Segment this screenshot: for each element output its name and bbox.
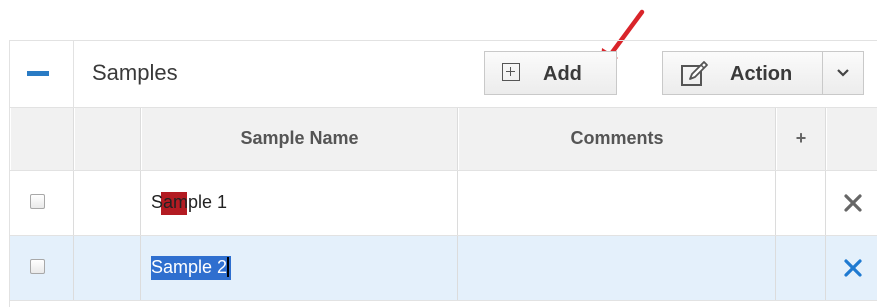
action-button-label: Action [730, 63, 793, 85]
row-checkbox[interactable] [30, 194, 45, 209]
collapse-button[interactable] [10, 41, 74, 107]
table-row: Sample 2 [10, 236, 877, 301]
row-color-cell [74, 171, 187, 235]
action-dropdown-button[interactable] [822, 51, 864, 95]
action-button[interactable]: Action [662, 51, 822, 95]
add-button-label: Add [543, 63, 582, 85]
row-select-cell [10, 171, 74, 235]
add-column-label: + [795, 128, 807, 148]
panel-header: Samples Add Action [10, 41, 877, 107]
sample-name-input-selection[interactable]: Sample 2 [151, 256, 232, 280]
text-cursor [227, 257, 230, 277]
panel-title: Samples [92, 60, 178, 85]
table-row: Sample 1 [10, 171, 877, 236]
sample-name-text: Sample 2 [151, 257, 228, 277]
add-column-button[interactable]: + [776, 108, 826, 170]
comments-header-label: Comments [570, 128, 664, 148]
add-button[interactable]: Add [484, 51, 617, 95]
comments-cell[interactable] [458, 236, 776, 300]
sample-name-cell[interactable]: Sample 2 [141, 236, 458, 300]
actions-column-header [826, 108, 877, 170]
color-column-header [74, 108, 141, 170]
extra-cell [776, 236, 826, 300]
plus-square-icon [502, 63, 520, 81]
sample-name-header-label: Sample Name [240, 128, 359, 148]
minus-icon [27, 71, 49, 76]
samples-panel: Samples Add Action Sample Name Comments [9, 40, 877, 307]
row-select-cell [10, 236, 74, 300]
sample-name-text: Sample 1 [151, 192, 228, 212]
column-header-row: Sample Name Comments + [10, 107, 877, 171]
sample-name-cell[interactable]: Sample 1 [141, 171, 458, 235]
comments-cell[interactable] [458, 171, 776, 235]
column-header-comments[interactable]: Comments [458, 108, 776, 170]
chevron-down-icon [837, 69, 849, 77]
row-color-cell [74, 236, 187, 300]
delete-row-icon[interactable] [843, 193, 863, 213]
row-checkbox[interactable] [30, 259, 45, 274]
edit-icon [681, 61, 708, 86]
delete-row-icon[interactable] [843, 258, 863, 278]
column-header-sample-name[interactable]: Sample Name [141, 108, 458, 170]
extra-cell [776, 171, 826, 235]
select-column-header [10, 108, 74, 170]
